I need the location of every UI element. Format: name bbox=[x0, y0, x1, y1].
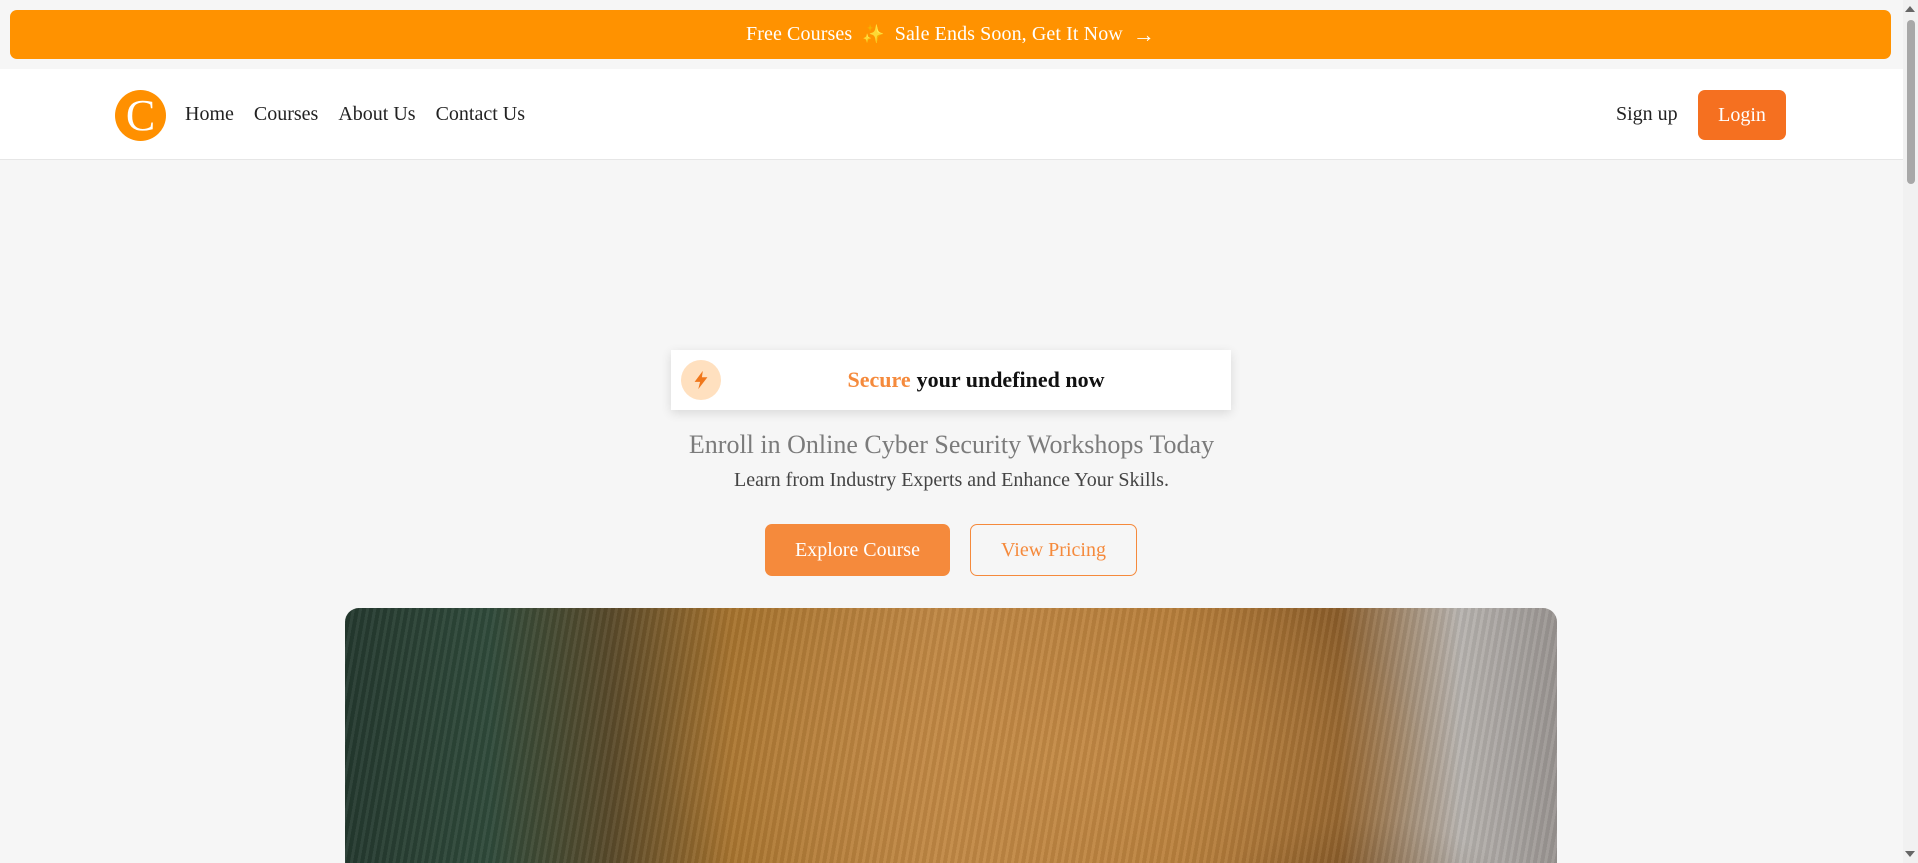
arrow-right-icon: → bbox=[1132, 21, 1155, 47]
sweater-texture bbox=[345, 608, 1557, 863]
hero-badge: Secure your undefined now bbox=[671, 350, 1231, 410]
nav-home[interactable]: Home bbox=[185, 103, 234, 126]
vertical-scrollbar[interactable] bbox=[1903, 0, 1918, 863]
hero-subheadline: Learn from Industry Experts and Enhance … bbox=[734, 469, 1169, 491]
signup-link[interactable]: Sign up bbox=[1616, 103, 1678, 126]
scroll-up-arrow-icon[interactable] bbox=[1905, 6, 1915, 12]
promo-text-start: Free Courses bbox=[746, 23, 853, 45]
badge-accent-word: Secure bbox=[847, 367, 911, 392]
badge-rest: your undefined now bbox=[916, 367, 1105, 392]
promo-banner[interactable]: Free Courses ✨ Sale Ends Soon, Get It No… bbox=[10, 10, 1891, 59]
nav-links: Home Courses About Us Contact Us bbox=[185, 69, 545, 159]
explore-course-button[interactable]: Explore Course bbox=[765, 524, 950, 576]
sparkle-icon: ✨ bbox=[862, 24, 885, 44]
scroll-down-arrow-icon[interactable] bbox=[1905, 851, 1915, 857]
logo[interactable]: C bbox=[115, 90, 166, 141]
logo-letter: C bbox=[125, 90, 156, 140]
hero-image bbox=[345, 608, 1557, 863]
nav-contact-us[interactable]: Contact Us bbox=[436, 103, 525, 126]
scroll-thumb[interactable] bbox=[1907, 20, 1915, 184]
navbar: C Home Courses About Us Contact Us Sign … bbox=[0, 69, 1903, 160]
hero-headline: Enroll in Online Cyber Security Workshop… bbox=[688, 430, 1215, 459]
view-pricing-button[interactable]: View Pricing bbox=[970, 524, 1137, 576]
login-button[interactable]: Login bbox=[1698, 90, 1786, 140]
nav-courses[interactable]: Courses bbox=[254, 103, 318, 126]
nav-about-us[interactable]: About Us bbox=[338, 103, 415, 126]
promo-text-end: Sale Ends Soon, Get It Now bbox=[894, 23, 1123, 45]
badge-text: Secure your undefined now bbox=[671, 350, 1231, 410]
